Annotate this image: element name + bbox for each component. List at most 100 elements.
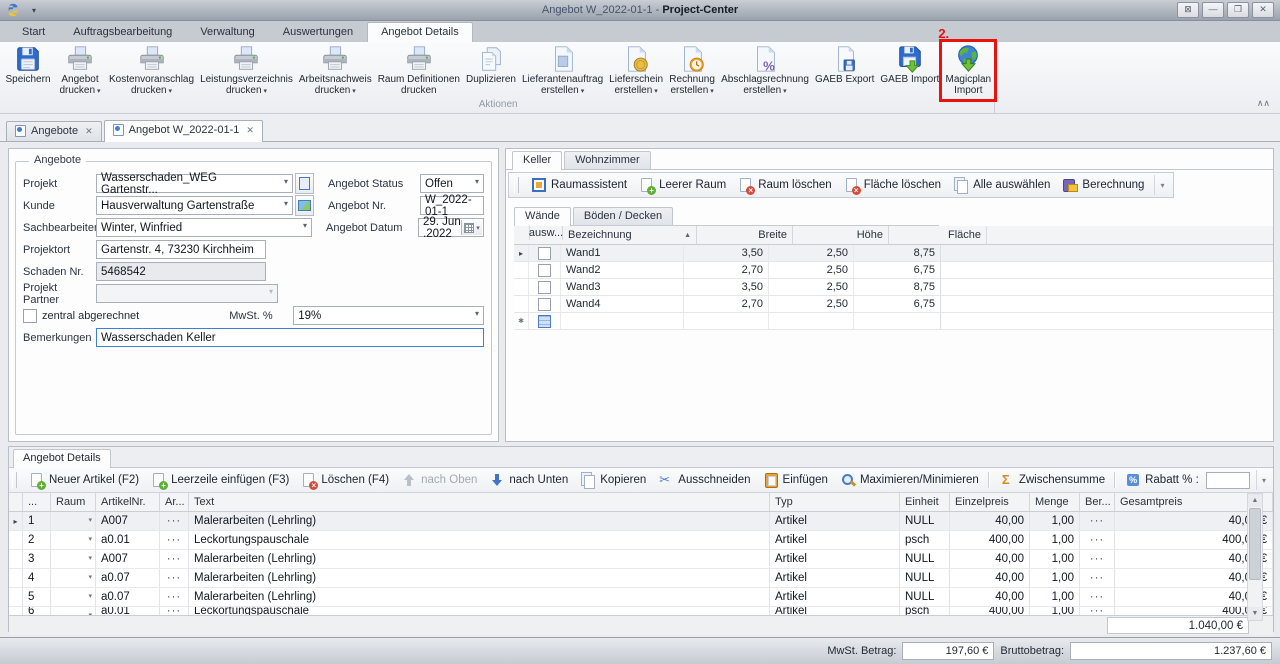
- berechnung-ellipsis-button[interactable]: [1080, 550, 1115, 568]
- ribbon-button[interactable]: Angebotdrucken: [54, 42, 106, 99]
- rabatt-input[interactable]: [1206, 472, 1250, 489]
- berechnung-ellipsis-button[interactable]: [1080, 588, 1115, 606]
- details-toolbar-button[interactable]: Maximieren/Minimieren: [834, 469, 985, 491]
- room-toolbar-button[interactable]: Raum löschen: [732, 174, 838, 196]
- row-checkbox[interactable]: [538, 247, 551, 260]
- text-ellipsis-button[interactable]: [160, 569, 189, 587]
- article-row[interactable]: 3 A007 Malerarbeiten (Lehrling) Artikel …: [9, 550, 1273, 569]
- col-typ[interactable]: Typ: [770, 493, 900, 511]
- raum-cell-dropdown[interactable]: [51, 550, 96, 568]
- text-ellipsis-button[interactable]: [160, 607, 189, 615]
- date-picker-button[interactable]: [461, 220, 482, 235]
- col-ar[interactable]: Ar...: [160, 493, 189, 511]
- room-tab[interactable]: Keller: [512, 151, 562, 170]
- col-einzelpreis[interactable]: Einzelpreis: [950, 493, 1030, 511]
- col-menge[interactable]: Menge: [1030, 493, 1080, 511]
- ribbon-button[interactable]: Rechnungerstellen: [666, 42, 718, 99]
- quick-access-caret-icon[interactable]: ▾: [32, 6, 36, 15]
- toolbar-overflow-button[interactable]: ▾: [1256, 470, 1271, 490]
- ribbon-button[interactable]: Leistungsverzeichnisdrucken: [197, 42, 296, 99]
- col-bezeichnung[interactable]: Bezeichnung▲: [563, 226, 697, 244]
- vertical-scrollbar[interactable]: ▲ ▼: [1247, 493, 1263, 621]
- schaden-nr-input[interactable]: 5468542: [96, 262, 266, 281]
- restore-button[interactable]: ❐: [1227, 2, 1249, 18]
- fullscreen-button[interactable]: ⊠: [1177, 2, 1199, 18]
- raum-cell-dropdown[interactable]: [51, 531, 96, 549]
- ribbon-button[interactable]: % Abschlagsrechnungerstellen: [718, 42, 812, 99]
- col-artikelnr[interactable]: ArtikelNr.: [96, 493, 160, 511]
- berechnung-ellipsis-button[interactable]: [1080, 607, 1115, 615]
- details-toolbar-button[interactable]: nach Unten: [483, 469, 574, 491]
- col-text[interactable]: Text: [189, 493, 770, 511]
- ribbon-button[interactable]: Arbeitsnachweisdrucken: [296, 42, 375, 99]
- article-row[interactable]: 6 a0.01 Leckortungspauschale Artikel psc…: [9, 607, 1273, 615]
- text-ellipsis-button[interactable]: [160, 550, 189, 568]
- col-einheit[interactable]: Einheit: [900, 493, 950, 511]
- row-checkbox[interactable]: [538, 264, 551, 277]
- details-toolbar-button[interactable]: Einfügen: [757, 469, 834, 491]
- ribbon-button[interactable]: Speichern: [2, 42, 54, 99]
- wall-row[interactable]: Wand1 3,50 2,50 8,75: [514, 245, 1273, 262]
- wall-row[interactable]: Wand3 3,50 2,50 8,75: [514, 279, 1273, 296]
- sachbearbeiter-combobox[interactable]: Winter, Winfried: [96, 218, 312, 237]
- ribbon-tab[interactable]: Auftragsbearbeitung: [59, 22, 186, 42]
- row-checkbox[interactable]: [538, 281, 551, 294]
- projekt-combobox[interactable]: Wasserschaden_WEG Gartenstr...: [96, 174, 293, 193]
- wall-row[interactable]: Wand2 2,70 2,50 6,75: [514, 262, 1273, 279]
- raum-cell-dropdown[interactable]: [51, 607, 96, 615]
- collapse-ribbon-icon[interactable]: ∧∧: [1257, 98, 1270, 109]
- zentral-checkbox[interactable]: [23, 309, 37, 323]
- kunde-combobox[interactable]: Hausverwaltung Gartenstraße: [96, 196, 293, 215]
- berechnung-ellipsis-button[interactable]: [1080, 569, 1115, 587]
- col-breite[interactable]: Breite: [697, 226, 793, 244]
- col-nr[interactable]: ...: [23, 493, 51, 511]
- col-raum[interactable]: Raum: [51, 493, 96, 511]
- ribbon-button[interactable]: MagicplanImport 2.: [942, 42, 994, 99]
- ribbon-button[interactable]: GAEB Export: [812, 42, 877, 99]
- close-button[interactable]: ✕: [1252, 2, 1274, 18]
- ribbon-tab[interactable]: Start: [8, 22, 59, 42]
- room-toolbar-button[interactable]: Raumassistent: [525, 174, 633, 196]
- details-toolbar-button[interactable]: Neuer Artikel (F2): [23, 469, 145, 491]
- ribbon-tab[interactable]: Angebot Details: [367, 22, 473, 43]
- surface-tab[interactable]: Wände: [514, 207, 571, 226]
- bemerkungen-input[interactable]: Wasserschaden Keller: [96, 328, 484, 347]
- projekt-partner-combobox[interactable]: [96, 284, 278, 303]
- toolbar-grip[interactable]: [12, 472, 17, 488]
- details-toolbar-button[interactable]: Ausschneiden: [652, 469, 756, 491]
- raum-cell-dropdown[interactable]: [51, 512, 96, 530]
- details-toolbar-button[interactable]: Leerzeile einfügen (F3): [145, 469, 295, 491]
- row-checkbox[interactable]: [538, 298, 551, 311]
- details-toolbar-button[interactable]: Kopieren: [574, 469, 652, 491]
- room-toolbar-button[interactable]: Berechnung: [1056, 174, 1150, 196]
- wall-row[interactable]: Wand4 2,70 2,50 6,75: [514, 296, 1273, 313]
- details-toolbar-button[interactable]: Zwischensumme: [993, 469, 1111, 491]
- berechnung-ellipsis-button[interactable]: [1080, 512, 1115, 530]
- ribbon-button[interactable]: Raum Definitionendrucken: [375, 42, 463, 99]
- toolbar-grip[interactable]: [514, 177, 519, 193]
- document-tab[interactable]: Angebote ✕: [6, 121, 102, 141]
- ribbon-button[interactable]: GAEB Import: [877, 42, 942, 99]
- document-tab[interactable]: Angebot W_2022-01-1 ✕: [104, 120, 263, 142]
- ribbon-button[interactable]: Kostenvoranschlagdrucken: [106, 42, 197, 99]
- room-tab[interactable]: Wohnzimmer: [564, 151, 651, 169]
- wall-new-row[interactable]: [514, 313, 1273, 330]
- room-toolbar-button[interactable]: Fläche löschen: [838, 174, 947, 196]
- scroll-up-icon[interactable]: ▲: [1248, 494, 1262, 507]
- ribbon-tab[interactable]: Auswertungen: [269, 22, 367, 42]
- text-ellipsis-button[interactable]: [160, 588, 189, 606]
- article-row[interactable]: 5 a0.07 Malerarbeiten (Lehrling) Artikel…: [9, 588, 1273, 607]
- article-row[interactable]: 1 A007 Malerarbeiten (Lehrling) Artikel …: [9, 512, 1273, 531]
- tab-close-icon[interactable]: ✕: [246, 125, 254, 136]
- text-ellipsis-button[interactable]: [160, 512, 189, 530]
- projektort-input[interactable]: Gartenstr. 4, 73230 Kirchheim: [96, 240, 266, 259]
- col-hoehe[interactable]: Höhe: [793, 226, 889, 244]
- details-toolbar-button[interactable]: nach Oben: [395, 469, 483, 491]
- open-customer-button[interactable]: [295, 195, 314, 216]
- room-toolbar-button[interactable]: Leerer Raum: [633, 174, 732, 196]
- scrollbar-thumb[interactable]: [1249, 508, 1261, 580]
- mwst-combobox[interactable]: 19%: [293, 306, 484, 325]
- col-flaeche[interactable]: Fläche: [889, 226, 987, 244]
- tab-close-icon[interactable]: ✕: [85, 126, 93, 137]
- raum-cell-dropdown[interactable]: [51, 588, 96, 606]
